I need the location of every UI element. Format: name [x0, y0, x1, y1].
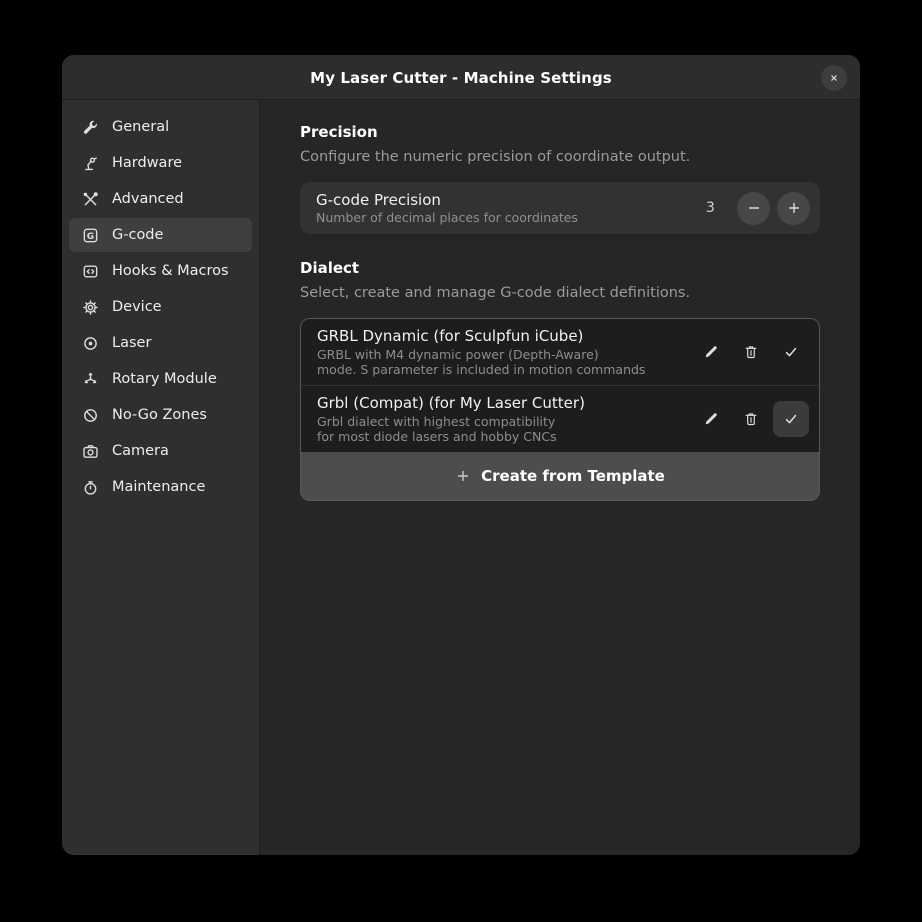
sidebar-item-label: No-Go Zones: [112, 407, 207, 423]
select-dialect-button[interactable]: [773, 334, 809, 370]
sidebar-item-label: Maintenance: [112, 479, 205, 495]
stopwatch-icon: [82, 479, 99, 496]
precision-description: Configure the numeric precision of coord…: [300, 148, 820, 166]
sidebar-item-label: General: [112, 119, 169, 135]
titlebar: My Laser Cutter - Machine Settings: [62, 55, 860, 100]
sidebar: General Hardware Advanced G G-code Hooks…: [62, 100, 260, 855]
gcode-precision-row: G-code Precision Number of decimal place…: [300, 182, 820, 234]
delete-dialect-button[interactable]: [733, 334, 769, 370]
dialect-row-subtitle-line1: GRBL with M4 dynamic power (Depth-Aware): [317, 347, 689, 362]
dialect-row-subtitle-line2: mode. S parameter is included in motion …: [317, 362, 689, 377]
svg-text:G: G: [87, 231, 94, 241]
sidebar-item-advanced[interactable]: Advanced: [69, 182, 252, 216]
dialect-list: GRBL Dynamic (for Sculpfun iCube) GRBL w…: [300, 318, 820, 501]
dialect-row-texts: Grbl (Compat) (for My Laser Cutter) Grbl…: [317, 394, 689, 444]
sidebar-item-label: Camera: [112, 443, 169, 459]
rotary-axis-icon: [82, 371, 99, 388]
sidebar-item-camera[interactable]: Camera: [69, 434, 252, 468]
sidebar-item-device[interactable]: Device: [69, 290, 252, 324]
decrement-button[interactable]: [737, 192, 770, 225]
robot-arm-icon: [82, 155, 99, 172]
edit-dialect-button[interactable]: [693, 401, 729, 437]
sidebar-item-label: Device: [112, 299, 162, 315]
trash-icon: [743, 411, 759, 427]
check-icon: [783, 344, 799, 360]
no-entry-icon: [82, 407, 99, 424]
gcode-precision-title: G-code Precision: [316, 191, 706, 210]
gcode-precision-subtitle: Number of decimal places for coordinates: [316, 210, 706, 226]
sidebar-item-label: Laser: [112, 335, 151, 351]
laser-target-icon: [82, 335, 99, 352]
window-title: My Laser Cutter - Machine Settings: [310, 69, 612, 87]
dialect-row-title: GRBL Dynamic (for Sculpfun iCube): [317, 327, 689, 346]
dialect-heading: Dialect: [300, 259, 820, 278]
precision-heading: Precision: [300, 123, 820, 142]
dialect-row-texts: GRBL Dynamic (for Sculpfun iCube) GRBL w…: [317, 327, 689, 377]
pencil-icon: [703, 344, 719, 360]
close-icon: [828, 72, 840, 84]
crossed-tools-icon: [82, 191, 99, 208]
sidebar-item-label: G-code: [112, 227, 163, 243]
sidebar-item-gcode[interactable]: G G-code: [69, 218, 252, 252]
code-box-icon: [82, 263, 99, 280]
sidebar-item-label: Rotary Module: [112, 371, 217, 387]
close-button[interactable]: [821, 65, 847, 91]
dialect-row-grbl-compat: Grbl (Compat) (for My Laser Cutter) Grbl…: [301, 385, 819, 452]
camera-icon: [82, 443, 99, 460]
delete-dialect-button[interactable]: [733, 401, 769, 437]
dialect-row-grbl-dynamic: GRBL Dynamic (for Sculpfun iCube) GRBL w…: [301, 319, 819, 385]
sidebar-item-rotary-module[interactable]: Rotary Module: [69, 362, 252, 396]
sidebar-item-no-go-zones[interactable]: No-Go Zones: [69, 398, 252, 432]
gcode-precision-texts: G-code Precision Number of decimal place…: [316, 191, 706, 226]
create-from-template-label: Create from Template: [481, 467, 665, 485]
dialect-row-title: Grbl (Compat) (for My Laser Cutter): [317, 394, 689, 413]
dialect-row-subtitle-line2: for most diode lasers and hobby CNCs: [317, 429, 689, 444]
dialect-description: Select, create and manage G-code dialect…: [300, 284, 820, 302]
window-body: General Hardware Advanced G G-code Hooks…: [62, 100, 860, 855]
sidebar-item-hooks-macros[interactable]: Hooks & Macros: [69, 254, 252, 288]
sidebar-item-label: Hardware: [112, 155, 182, 171]
edit-dialect-button[interactable]: [693, 334, 729, 370]
pencil-icon: [703, 411, 719, 427]
sidebar-item-laser[interactable]: Laser: [69, 326, 252, 360]
plus-icon: [786, 200, 802, 216]
create-from-template-button[interactable]: Create from Template: [301, 452, 819, 500]
plus-icon: [455, 468, 471, 484]
select-dialect-button[interactable]: [773, 401, 809, 437]
settings-content: Precision Configure the numeric precisio…: [260, 100, 860, 855]
wrench-icon: [82, 119, 99, 136]
check-icon: [783, 411, 799, 427]
precision-value[interactable]: 3: [706, 200, 715, 216]
gcode-box-icon: G: [82, 227, 99, 244]
minus-icon: [746, 200, 762, 216]
settings-window: My Laser Cutter - Machine Settings Gener…: [62, 55, 860, 855]
sidebar-item-hardware[interactable]: Hardware: [69, 146, 252, 180]
gear-icon: [82, 299, 99, 316]
sidebar-item-general[interactable]: General: [69, 110, 252, 144]
sidebar-item-maintenance[interactable]: Maintenance: [69, 470, 252, 504]
sidebar-item-label: Advanced: [112, 191, 184, 207]
trash-icon: [743, 344, 759, 360]
increment-button[interactable]: [777, 192, 810, 225]
sidebar-item-label: Hooks & Macros: [112, 263, 229, 279]
dialect-row-subtitle-line1: Grbl dialect with highest compatibility: [317, 414, 689, 429]
